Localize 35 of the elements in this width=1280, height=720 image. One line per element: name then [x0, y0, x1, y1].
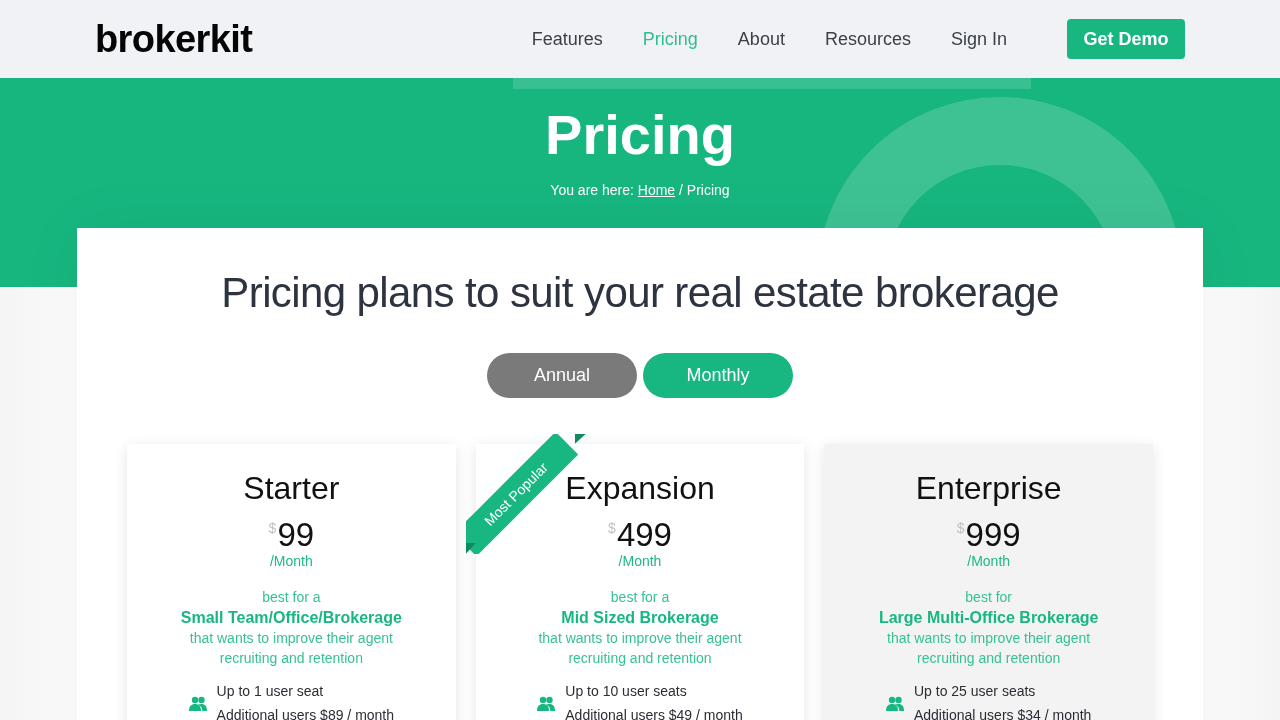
logo-text[interactable]: brokerkit — [95, 19, 253, 59]
plan-description: that wants to improve their agent recruiting and retention — [188, 629, 394, 668]
seat-text: Up to 25 user seats — [913, 682, 1037, 701]
nav-link[interactable]: About — [737, 27, 785, 51]
billing-option[interactable]: Annual — [487, 353, 637, 398]
nav-link[interactable]: Resources — [824, 27, 911, 51]
audience-label: Large Multi-Office Brokerage — [878, 608, 1099, 628]
audience-label: Mid Sized Brokerage — [561, 608, 719, 628]
audience-label: Small Team/Office/Brokerage — [180, 608, 402, 628]
seat-text: Up to 10 user seats — [565, 682, 688, 701]
plan-description: that wants to improve their agent recruiting and retention — [886, 629, 1092, 668]
seat-text: Up to 1 user seat — [216, 682, 325, 701]
best-for-label: best for — [965, 588, 1013, 607]
best-for-label: best for a — [610, 588, 670, 607]
plan-price: 999 — [965, 518, 1021, 552]
users-icon — [188, 695, 207, 711]
price-period: /Month — [618, 552, 662, 570]
best-for-label: best for a — [262, 588, 321, 607]
section-heading: Pricing plans to suit your real estate brokerage — [221, 270, 1059, 316]
price-period: /Month — [967, 552, 1011, 570]
currency-symbol: $ — [956, 519, 965, 538]
plan-description: that wants to improve their agent recruiting and retention — [537, 629, 743, 668]
breadcrumb: You are here: Home / Pricing — [550, 181, 730, 200]
currency-symbol: $ — [608, 519, 616, 538]
nav-link[interactable]: Features — [531, 27, 603, 51]
users-icon — [885, 695, 904, 711]
plan-price: 99 — [277, 518, 315, 552]
plan-name: Starter — [243, 469, 340, 508]
page-title: Pricing — [545, 104, 735, 166]
currency-symbol: $ — [268, 519, 277, 538]
nav-link[interactable]: Sign In — [950, 27, 1007, 51]
price-period: /Month — [269, 552, 313, 570]
plan-price: 499 — [616, 518, 672, 552]
plan-name: Enterprise — [915, 469, 1062, 508]
users-icon — [537, 695, 556, 711]
